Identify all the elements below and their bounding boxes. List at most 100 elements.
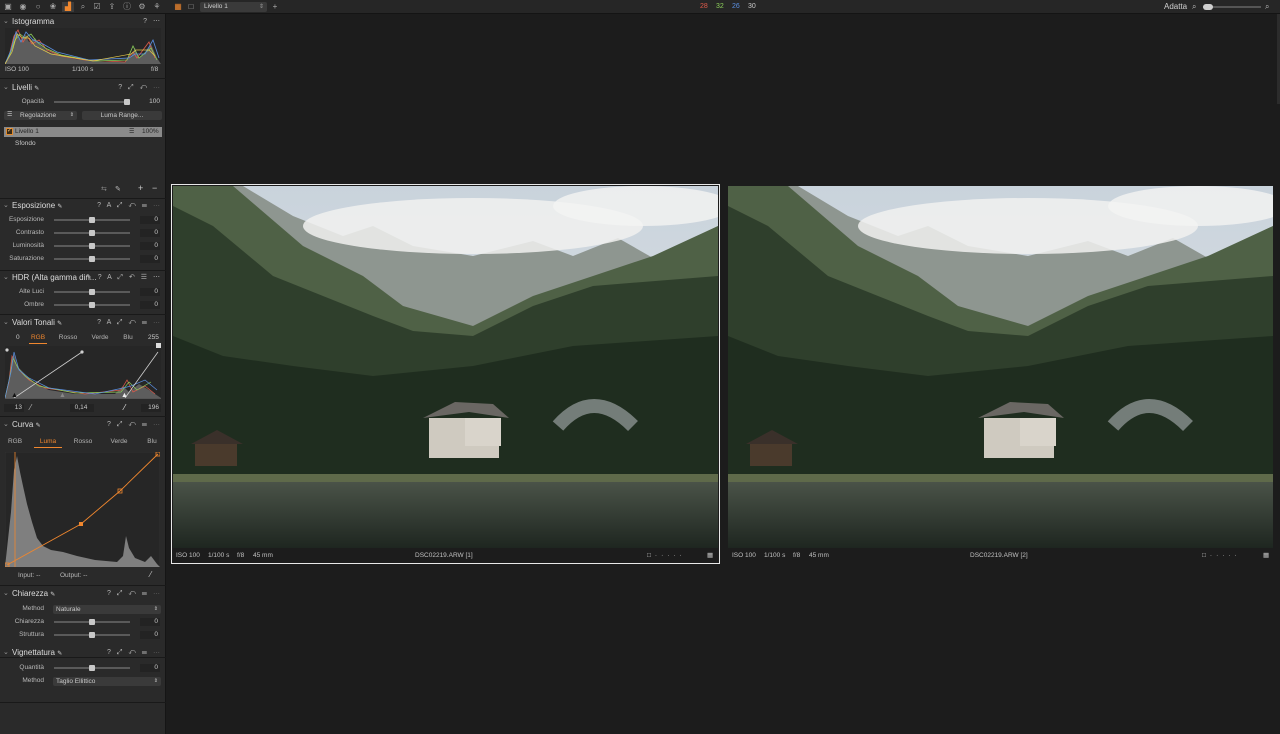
pencil-icon[interactable]: ✎ [36, 423, 41, 429]
section-tools[interactable]: ? ⋯ [143, 16, 162, 28]
exposure-row-2-value[interactable]: 0 [140, 242, 160, 250]
clarity-row-0-slider-knob[interactable] [89, 619, 95, 625]
section-tools[interactable]: ? A ⤢ ↶ ☰ ⋯ [97, 200, 162, 212]
zoom-in-icon[interactable]: ⌕ [1265, 0, 1269, 14]
fit-label[interactable]: Adatta [1164, 0, 1187, 14]
vignette-header[interactable]: ⌄ Vignettatura ✎ ? ⤢ ↶ ☰ ⋯ [0, 647, 166, 659]
levels-mid-value[interactable]: 0,14 [70, 404, 94, 412]
zoom-slider-knob[interactable] [1203, 4, 1213, 10]
hdr-row-0-value[interactable]: 0 [140, 288, 160, 296]
levels-high-value[interactable]: 196 [141, 404, 161, 412]
chevron-down-icon[interactable]: ⌄ [3, 419, 9, 431]
v1-color-tag-icon[interactable]: ▦ [707, 552, 713, 560]
layer-settings-icon[interactable]: ☰ [129, 127, 134, 137]
library-icon[interactable]: ▣ [3, 2, 13, 12]
vignette-qty-knob[interactable] [89, 665, 95, 671]
levels-tab-red[interactable]: Rosso [56, 334, 80, 342]
vignette-qty-value[interactable]: 0 [140, 664, 160, 672]
curve-tab-luma[interactable]: Luma [36, 438, 60, 446]
exposure-row-1-value[interactable]: 0 [140, 229, 160, 237]
adjustment-select[interactable]: ☰ Regolazione ⇕ [4, 111, 77, 120]
opacity-value[interactable]: 100 [140, 98, 160, 106]
section-tools[interactable]: ? ⤢ ↶ ⋯ [118, 82, 162, 94]
hdr-header[interactable]: ⌄ HDR (Alta gamma din... ✎ ? A ⤢ ↶ ☰ ⋯ [0, 272, 166, 284]
v2-rating-stars[interactable]: □····· [1202, 552, 1241, 560]
remove-icon[interactable]: − [152, 183, 157, 193]
opacity-slider[interactable] [54, 101, 130, 103]
white-picker-icon[interactable]: ⁄ [124, 403, 125, 412]
levels-tab-blue[interactable]: Blu [118, 334, 138, 342]
grid-view-icon[interactable]: ▦ [173, 2, 183, 12]
section-tools[interactable]: ? ⤢ ↶ ☰ ⋯ [107, 647, 162, 659]
pencil-icon[interactable]: ✎ [50, 592, 55, 598]
clarity-row-0-value[interactable]: 0 [140, 618, 160, 626]
curve-tab-blue[interactable]: Blu [143, 438, 161, 446]
v2-color-tag-icon[interactable]: ▦ [1263, 552, 1269, 560]
add-layer-icon[interactable]: + [270, 2, 280, 12]
local-adjust-icon[interactable]: ☑ [92, 2, 102, 12]
layers-header[interactable]: ⌄ Livelli ✎ ? ⤢ ↶ ⋯ [0, 82, 166, 94]
pencil-icon[interactable]: ✎ [57, 204, 62, 210]
variant-1-image[interactable] [173, 186, 718, 548]
curve-tab-red[interactable]: Rosso [70, 438, 96, 446]
chevron-down-icon[interactable]: ⌄ [3, 272, 9, 284]
chevron-down-icon[interactable]: ⌄ [3, 16, 9, 28]
zoom-icon[interactable]: ⌕ [1192, 0, 1196, 14]
clarity-row-1-value[interactable]: 0 [140, 631, 160, 639]
pencil-icon[interactable]: ✎ [57, 651, 62, 657]
single-view-icon[interactable]: □ [186, 2, 196, 12]
layer-row-selected[interactable]: ✓ Livello 1 ☰ 100% [4, 127, 162, 137]
layer-checkbox[interactable]: ✓ [6, 128, 13, 135]
hdr-row-1-slider-knob[interactable] [89, 302, 95, 308]
opacity-slider-knob[interactable] [124, 99, 130, 105]
layer-name[interactable]: Livello 1 [15, 127, 39, 137]
detail-icon[interactable]: ⌕ [78, 2, 88, 12]
variant-2-image[interactable] [728, 186, 1273, 548]
chevron-down-icon[interactable]: ⌄ [3, 317, 9, 329]
pencil-icon[interactable]: ✎ [34, 86, 39, 92]
clarity-method-select[interactable]: Naturale ⇕ [53, 605, 161, 614]
clarity-header[interactable]: ⌄ Chiarezza ✎ ? ⤢ ↶ ☰ ⋯ [0, 588, 166, 600]
exposure-row-3-slider-knob[interactable] [89, 256, 95, 262]
capture-icon[interactable]: ◉ [18, 2, 28, 12]
exposure-icon[interactable]: ▟ [62, 2, 74, 12]
levels-high-handle[interactable]: ▲ [121, 392, 128, 399]
pencil-icon[interactable]: ✎ [57, 321, 62, 327]
luma-range-button[interactable]: Luma Range... [82, 111, 162, 120]
metadata-icon[interactable]: ⓘ [122, 2, 132, 12]
exposure-row-3-value[interactable]: 0 [140, 255, 160, 263]
vignette-method-select[interactable]: Taglio Ellittico ⇕ [53, 677, 161, 686]
levels-low-handle[interactable]: ▲ [11, 392, 18, 399]
chevron-down-icon[interactable]: ⌄ [3, 200, 9, 212]
chevron-down-icon[interactable]: ⌄ [3, 588, 9, 600]
levels-tab-rgb[interactable]: RGB [30, 334, 46, 342]
clarity-row-1-slider-knob[interactable] [89, 632, 95, 638]
section-tools[interactable]: ? ⤢ ↶ ☰ ⋯ [107, 419, 162, 431]
chevron-down-icon[interactable]: ⌄ [3, 82, 9, 94]
add-icon[interactable]: + [138, 183, 143, 193]
curve-graph[interactable] [5, 452, 160, 567]
section-tools[interactable]: ? A ⤢ ↶ ☰ ⋯ [97, 317, 162, 329]
section-tools[interactable]: ? ⤢ ↶ ☰ ⋯ [107, 588, 162, 600]
hdr-row-1-value[interactable]: 0 [140, 301, 160, 309]
curve-tab-rgb[interactable]: RGB [5, 438, 25, 446]
background-layer[interactable]: Sfondo [15, 140, 36, 148]
hdr-row-0-slider-knob[interactable] [89, 289, 95, 295]
exposure-header[interactable]: ⌄ Esposizione ✎ ? A ⤢ ↶ ☰ ⋯ [0, 200, 166, 212]
levels-tab-green[interactable]: Verde [88, 334, 112, 342]
levels-header[interactable]: ⌄ Valori Tonali ✎ ? A ⤢ ↶ ☰ ⋯ [0, 317, 166, 329]
v1-rating-stars[interactable]: □····· [647, 552, 686, 560]
curve-picker-icon[interactable]: ⁄ [150, 570, 151, 579]
exposure-row-2-slider-knob[interactable] [89, 243, 95, 249]
batch-icon[interactable]: ⚘ [152, 2, 162, 12]
chevron-down-icon[interactable]: ⌄ [3, 647, 9, 659]
brush-icon[interactable]: ✎ [115, 185, 121, 193]
levels-low-value[interactable]: 13 [4, 404, 24, 412]
black-picker-icon[interactable]: ⁄ [30, 403, 31, 412]
curve-header[interactable]: ⌄ Curva ✎ ? ⤢ ↶ ☰ ⋯ [0, 419, 166, 431]
output-icon[interactable]: ⇪ [107, 2, 117, 12]
histogram-header[interactable]: ⌄ Istogramma ? ⋯ [0, 16, 166, 28]
levels-mid-handle[interactable]: ▲ [59, 392, 66, 399]
levels-output-handle[interactable] [156, 343, 161, 348]
color-icon[interactable]: ❀ [48, 2, 58, 12]
